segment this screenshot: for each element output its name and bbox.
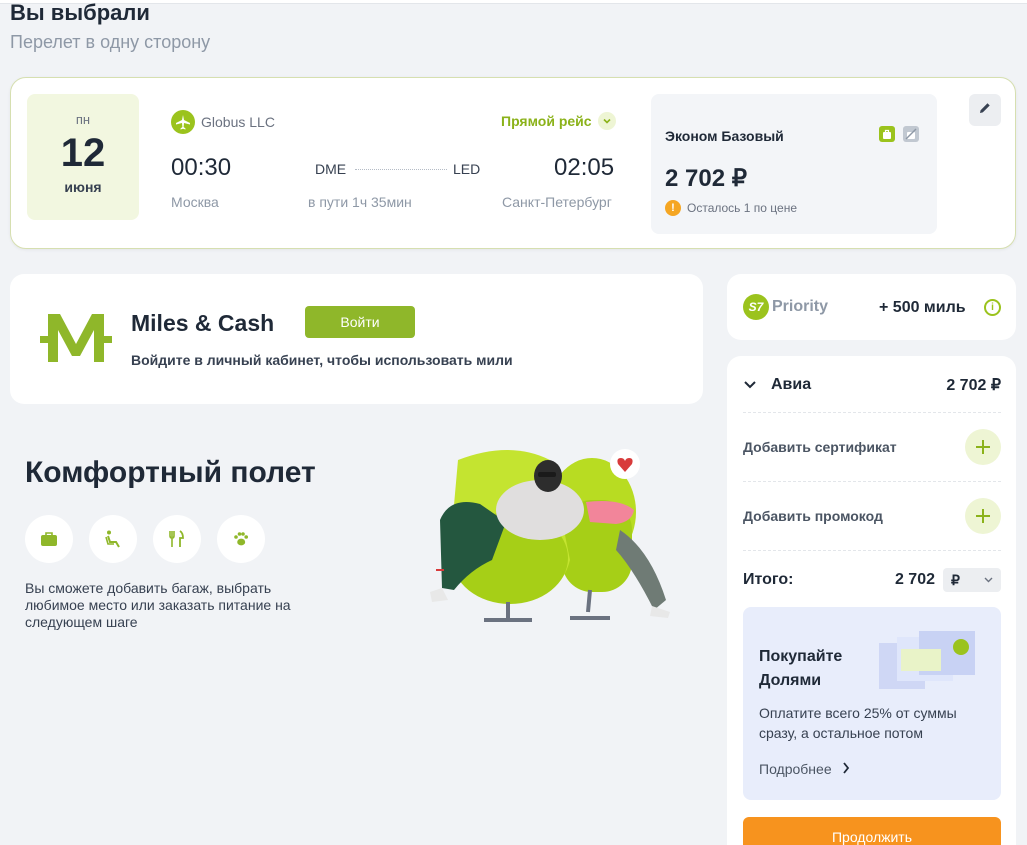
plane-icon — [171, 110, 195, 134]
fare-icons — [879, 126, 919, 142]
chevron-down-icon — [597, 112, 616, 130]
divider — [743, 550, 1001, 551]
summary-card: Авиа 2 702 ₽ Добавить сертификат Добавит… — [727, 356, 1016, 845]
add-certificate-label: Добавить сертификат — [743, 439, 897, 455]
chevron-down-icon — [743, 377, 763, 393]
seat-icon — [89, 515, 137, 563]
divider — [743, 481, 1001, 482]
airline: Globus LLC — [171, 110, 275, 134]
miles-description: Войдите в личный кабинет, чтобы использо… — [131, 352, 513, 368]
meal-icon — [153, 515, 201, 563]
armchair-illustration — [420, 440, 682, 635]
add-certificate-button[interactable] — [965, 429, 1001, 465]
more-info-link[interactable]: Подробнее — [759, 761, 850, 777]
flight-card: пн 12 июня Globus LLC Прямой рейс 00:30 … — [10, 77, 1016, 249]
fare-warning-text: Осталось 1 по цене — [687, 201, 797, 215]
arrival-time: 02:05 — [554, 154, 615, 181]
direct-flight-label: Прямой рейс — [501, 113, 592, 129]
miles-logo-icon — [40, 310, 112, 375]
miles-cash-card: Miles & Cash Войти Войдите в личный каби… — [10, 274, 703, 404]
flight-duration: в пути 1ч 35мин — [308, 194, 412, 210]
departure-time: 00:30 — [171, 154, 232, 181]
promo-title: Покупайте Долями — [759, 648, 843, 689]
arrival-code: LED — [453, 161, 481, 177]
comfort-title: Комфортный полет — [25, 456, 316, 489]
add-promocode-button[interactable] — [965, 498, 1001, 534]
avia-label: Авиа — [771, 376, 812, 393]
divider — [743, 412, 1001, 413]
route-line — [355, 169, 447, 170]
priority-card: S7 Priority + 500 миль i — [727, 274, 1016, 340]
currency-value: ₽ — [951, 571, 960, 588]
arrival-city: Санкт-Петербург — [502, 194, 612, 210]
fare-box: Эконом Базовый 2 702 ₽ ! Осталось 1 по ц… — [651, 94, 937, 234]
avia-price: 2 702 ₽ — [946, 377, 1001, 394]
fare-warning: ! Осталось 1 по цене — [665, 200, 797, 216]
page-subtitle: Перелет в одну сторону — [10, 32, 211, 52]
chevron-right-icon — [842, 761, 850, 777]
pencil-icon — [978, 101, 992, 120]
edit-button[interactable] — [969, 94, 1001, 126]
baggage-icon — [25, 515, 73, 563]
priority-label: Priority — [772, 298, 829, 315]
comfort-description: Вы сможете добавить багаж, выбрать любим… — [25, 580, 291, 630]
installments-promo: Покупайте Долями Оплатите всего 25% от с… — [743, 607, 1001, 800]
s7-priority-logo: S7 Priority — [743, 294, 828, 320]
departure-code: DME — [315, 161, 347, 177]
airline-name: Globus LLC — [201, 114, 275, 130]
tickets-illustration — [879, 629, 979, 696]
miles-title: Miles & Cash — [131, 310, 275, 336]
login-button[interactable]: Войти — [305, 306, 415, 338]
add-certificate-row: Добавить сертификат — [743, 429, 1001, 465]
s7-logo-icon: S7 — [743, 294, 769, 320]
promo-text: Оплатите всего 25% от суммы сразу, а ост… — [759, 705, 957, 741]
total-label: Итого: — [743, 571, 794, 588]
date-day: 12 — [60, 131, 106, 175]
fare-price: 2 702 ₽ — [665, 165, 747, 192]
departure-city: Москва — [171, 194, 219, 210]
date-weekday: пн — [75, 112, 91, 127]
fare-name: Эконом Базовый — [665, 128, 784, 144]
pet-icon — [217, 515, 265, 563]
date-box: пн 12 июня — [27, 94, 139, 220]
date-month: июня — [64, 179, 102, 195]
more-info-label: Подробнее — [759, 761, 832, 777]
baggage-included-icon — [879, 126, 895, 142]
continue-button[interactable]: Продолжить — [743, 817, 1001, 845]
comfort-icons — [25, 515, 265, 563]
baggage-excluded-icon — [903, 126, 919, 142]
info-icon[interactable]: i — [984, 299, 1001, 316]
add-promocode-row: Добавить промокод — [743, 498, 1001, 534]
chevron-down-icon — [984, 575, 993, 585]
page-title: Вы выбрали — [10, 0, 150, 25]
currency-select[interactable]: ₽ — [943, 568, 1001, 592]
add-promocode-label: Добавить промокод — [743, 508, 883, 524]
direct-flight-toggle[interactable]: Прямой рейс — [501, 112, 616, 130]
top-bar — [0, 0, 1027, 4]
avia-row[interactable]: Авиа 2 702 ₽ — [743, 374, 1001, 396]
warning-icon: ! — [665, 200, 681, 216]
priority-miles: + 500 миль — [879, 299, 966, 316]
total-value: 2 702 — [894, 571, 935, 588]
total-row: Итого: 2 702 ₽ — [743, 568, 1001, 592]
